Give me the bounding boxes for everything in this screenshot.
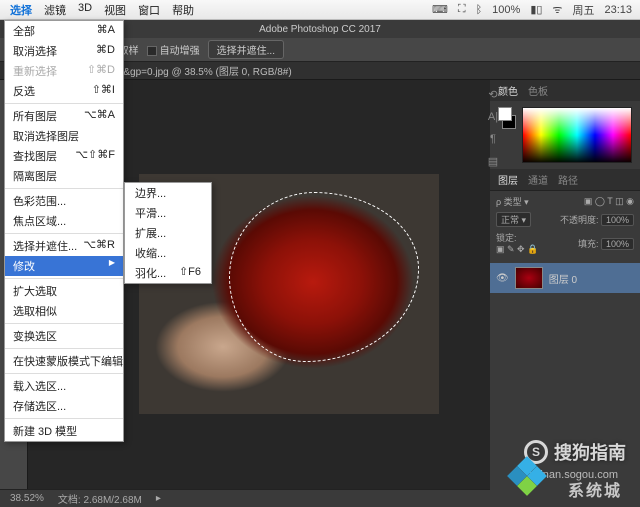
- menu-filter[interactable]: 滤镜: [44, 2, 66, 18]
- layer-filter-icons[interactable]: ▣ ◯ T ◫ ◉: [584, 196, 634, 207]
- menu-item[interactable]: 取消选择图层: [5, 126, 123, 146]
- opacity-field[interactable]: 不透明度: 100%: [560, 213, 634, 226]
- menu-view[interactable]: 视图: [104, 2, 126, 18]
- clock-day[interactable]: 周五: [572, 2, 594, 18]
- modify-submenu: 边界...平滑...扩展...收缩...羽化...⇧F6: [124, 182, 212, 284]
- menu-item[interactable]: 存储选区...: [5, 396, 123, 416]
- menu-item[interactable]: 选择并遮住...⌥⌘R: [5, 236, 123, 256]
- color-panel-tabs: 颜色 色板: [490, 80, 640, 101]
- menu-item[interactable]: 修改: [5, 256, 123, 276]
- layers-panel-tabs: 图层 通道 路径: [490, 169, 640, 190]
- watermark-brand2: 系统城: [568, 477, 622, 501]
- menu-separator: [5, 103, 123, 104]
- zoom-level[interactable]: 38.52%: [10, 493, 44, 504]
- submenu-item[interactable]: 收缩...: [125, 243, 211, 263]
- fill-field[interactable]: 填充: 100%: [578, 237, 634, 250]
- menu-item[interactable]: 反选⇧⌘I: [5, 81, 123, 101]
- app-title: Adobe Photoshop CC 2017: [259, 24, 381, 35]
- menu-item[interactable]: 扩大选取: [5, 281, 123, 301]
- menu-item[interactable]: 载入选区...: [5, 376, 123, 396]
- menu-item[interactable]: 查找图层⌥⇧⌘F: [5, 146, 123, 166]
- tab-layers[interactable]: 图层: [498, 172, 518, 187]
- doc-size[interactable]: 文档: 2.68M/2.68M: [58, 491, 142, 506]
- kind-label: ρ 类型 ▾: [496, 195, 529, 208]
- diamond-logo-icon: [510, 459, 544, 493]
- chevron-right-icon[interactable]: ▸: [156, 493, 161, 504]
- battery-icon[interactable]: ▮▯: [530, 3, 542, 16]
- menu-item[interactable]: 新建 3D 模型: [5, 421, 123, 441]
- menu-item[interactable]: 所有图层⌥⌘A: [5, 106, 123, 126]
- wifi-icon[interactable]: ᯤ: [552, 2, 562, 17]
- character-icon[interactable]: A|: [488, 111, 498, 123]
- battery-text: 100%: [492, 4, 520, 16]
- menu-item[interactable]: 取消选择⌘D: [5, 41, 123, 61]
- menu-help[interactable]: 帮助: [172, 2, 194, 18]
- menu-separator: [5, 348, 123, 349]
- blend-mode-select[interactable]: 正常 ▾: [496, 212, 531, 227]
- layer-name[interactable]: 图层 0: [549, 271, 577, 286]
- tab-paths[interactable]: 路径: [558, 172, 578, 187]
- collapsed-panel-icons: ⟲ A| ¶ ▤: [481, 88, 505, 168]
- menu-3d[interactable]: 3D: [78, 2, 92, 18]
- menu-separator: [5, 278, 123, 279]
- menu-item: 重新选择⇧⌘D: [5, 61, 123, 81]
- tab-channels[interactable]: 通道: [528, 172, 548, 187]
- submenu-item[interactable]: 边界...: [125, 183, 211, 203]
- history-icon[interactable]: ⟲: [488, 88, 497, 101]
- mac-menubar: 选择 滤镜 3D 视图 窗口 帮助 ⌨ ⛶ ᛒ 100% ▮▯ ᯤ 周五 23:…: [0, 0, 640, 20]
- menu-item[interactable]: 变换选区: [5, 326, 123, 346]
- fullscreen-icon[interactable]: ⛶: [458, 3, 466, 16]
- menu-separator: [5, 323, 123, 324]
- paragraph-icon[interactable]: ¶: [490, 133, 496, 145]
- menu-window[interactable]: 窗口: [138, 2, 160, 18]
- submenu-item[interactable]: 羽化...⇧F6: [125, 263, 211, 283]
- menu-item[interactable]: 在快速蒙版模式下编辑: [5, 351, 123, 371]
- tab-swatches[interactable]: 色板: [528, 83, 548, 98]
- menu-select[interactable]: 选择: [10, 2, 32, 18]
- submenu-item[interactable]: 扩展...: [125, 223, 211, 243]
- menu-separator: [5, 418, 123, 419]
- color-spectrum[interactable]: [522, 107, 632, 163]
- clock-time[interactable]: 23:13: [604, 4, 632, 16]
- menu-item[interactable]: 隔离图层: [5, 166, 123, 186]
- menubar-right: ⌨ ⛶ ᛒ 100% ▮▯ ᯤ 周五 23:13: [432, 2, 640, 18]
- auto-enhance-checkbox[interactable]: 自动增强: [147, 42, 200, 57]
- menu-separator: [5, 188, 123, 189]
- menu-item[interactable]: 选取相似: [5, 301, 123, 321]
- layer-row[interactable]: 👁 图层 0: [490, 263, 640, 293]
- marching-ants-selection: [229, 192, 419, 362]
- eye-icon[interactable]: 👁: [496, 273, 509, 284]
- bluetooth-icon[interactable]: ᛒ: [476, 4, 483, 16]
- status-bar: 38.52% 文档: 2.68M/2.68M ▸: [0, 489, 490, 507]
- keyboard-icon[interactable]: ⌨: [432, 3, 448, 16]
- select-menu-dropdown: 全部⌘A取消选择⌘D重新选择⇧⌘D反选⇧⌘I 所有图层⌥⌘A取消选择图层查找图层⌥…: [4, 20, 124, 442]
- menu-item[interactable]: 全部⌘A: [5, 21, 123, 41]
- submenu-item[interactable]: 平滑...: [125, 203, 211, 223]
- menu-separator: [5, 233, 123, 234]
- menu-item[interactable]: 焦点区域...: [5, 211, 123, 231]
- properties-icon[interactable]: ▤: [488, 155, 498, 168]
- menu-item[interactable]: 色彩范围...: [5, 191, 123, 211]
- layer-thumbnail[interactable]: [515, 267, 543, 289]
- lock-row[interactable]: 锁定: ▣ ✎ ✥ 🔒: [496, 231, 538, 255]
- menubar-left: 选择 滤镜 3D 视图 窗口 帮助: [0, 2, 194, 18]
- menu-separator: [5, 373, 123, 374]
- select-and-mask-button[interactable]: 选择并遮住...: [208, 40, 284, 59]
- color-panel: [490, 101, 640, 169]
